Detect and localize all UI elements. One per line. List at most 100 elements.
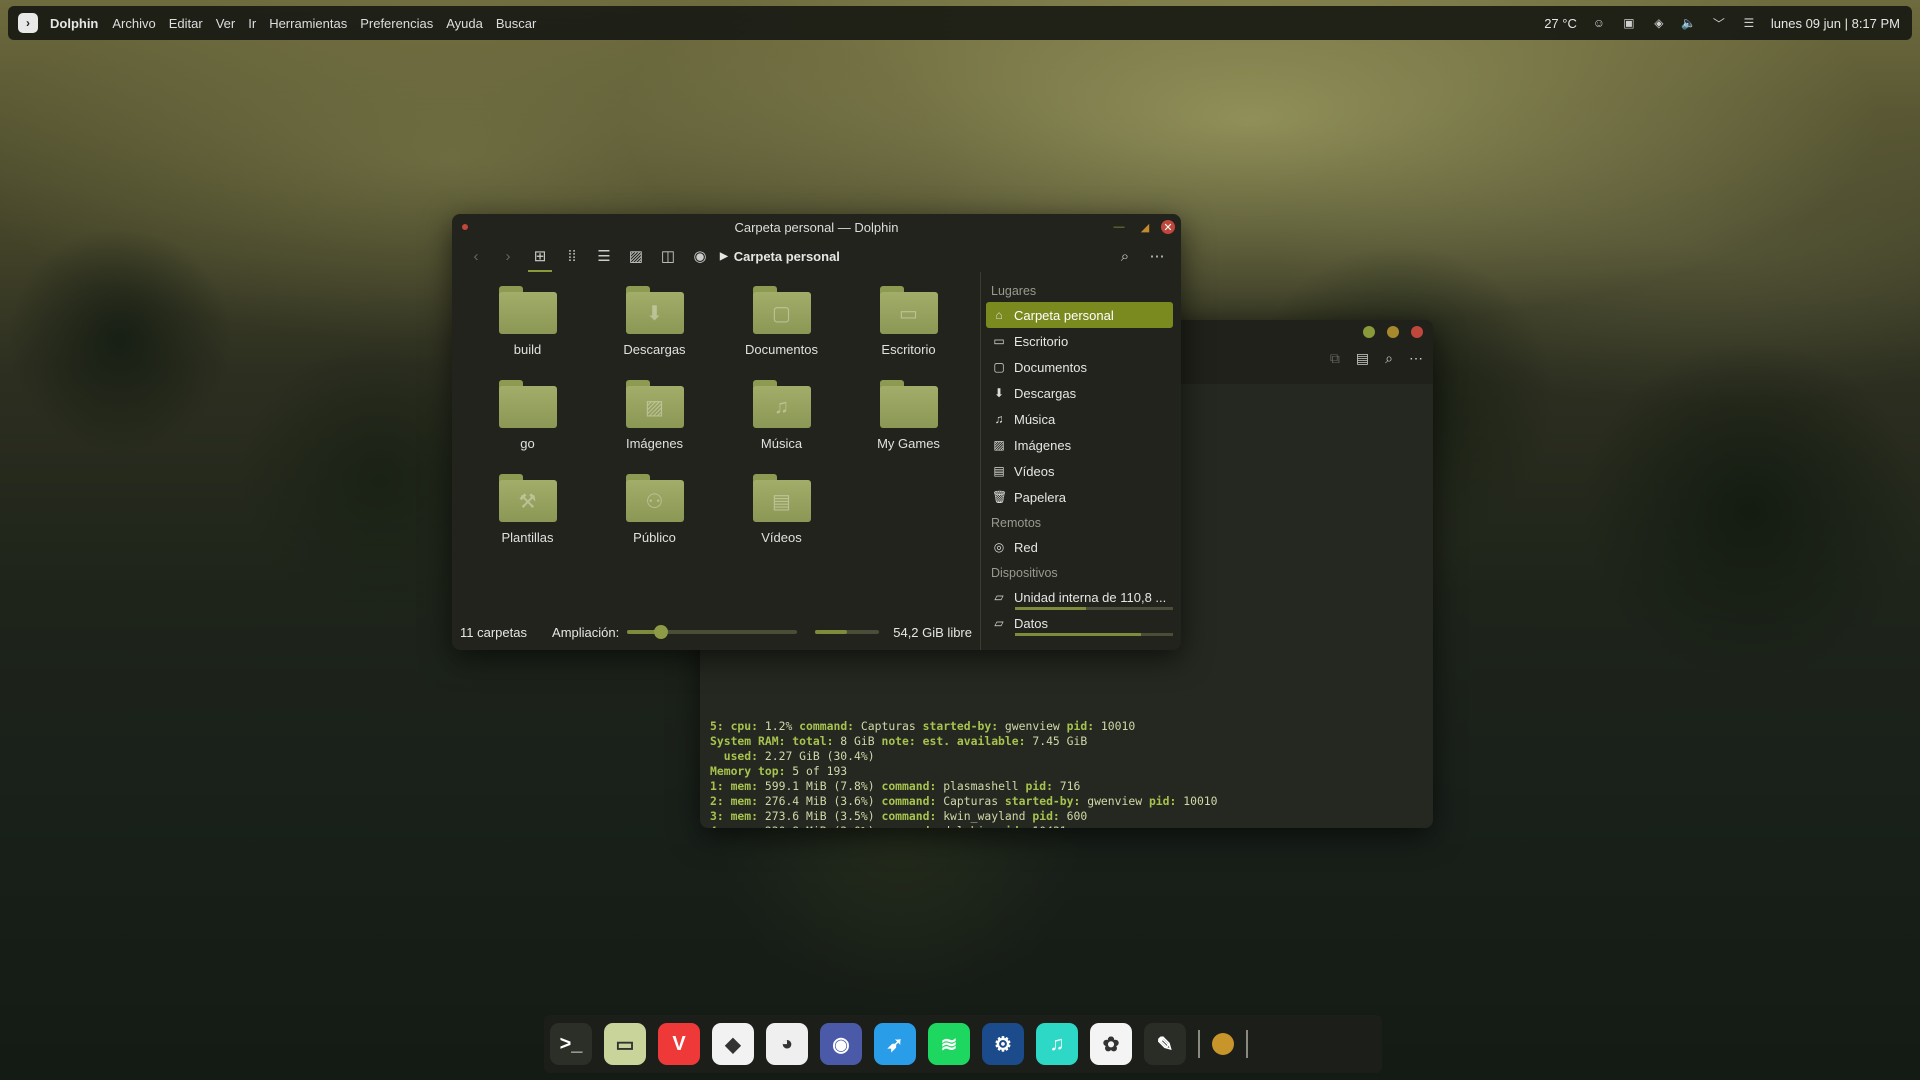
file-view[interactable]: build ⬇ Descargas ▢ Documentos ▭ Escritorio go ▨… [452,272,980,624]
devices-header: Dispositivos [991,566,1058,580]
menu-preferencias[interactable]: Preferencias [360,16,433,31]
details-view-button[interactable]: ☰ [588,242,620,270]
music-app-icon[interactable]: ♫ [1036,1023,1078,1065]
place-item[interactable]: ▭ Escritorio [986,328,1173,354]
konsole-toolbar: ⧉ ▤ ⌕ ⋯ [1330,350,1423,367]
terminal-output: 5: cpu: 1.2% command: Capturas started-b… [710,719,1218,828]
window-controls [1363,326,1423,338]
clipboard-icon[interactable]: ▣ [1621,15,1637,31]
close-button[interactable] [1411,326,1423,338]
place-item[interactable]: ♫ Música [986,406,1173,432]
download-icon: ⬇ [625,286,684,334]
search-icon[interactable]: ⌕ [1109,242,1141,270]
place-item[interactable]: ▤ Vídeos [986,458,1173,484]
menu-ir[interactable]: Ir [248,16,256,31]
swift-app-icon[interactable]: ➶ [874,1023,916,1065]
kontact-app-icon[interactable]: ◉ [820,1023,862,1065]
paste-icon[interactable]: ▤ [1356,350,1369,367]
file-item-label: Vídeos [761,530,802,545]
remote-header: Remotos [991,516,1042,530]
menu-ayuda[interactable]: Ayuda [446,16,483,31]
place-item[interactable]: 🗑 Papelera [986,484,1173,510]
file-item-label: My Games [877,436,940,451]
compact-view-button[interactable]: ⁞⁞ [556,242,588,270]
menu-buscar[interactable]: Buscar [496,16,536,31]
split-view-button[interactable]: ◫ [652,242,684,270]
volume-icon[interactable]: 🔈 [1681,15,1697,31]
titlebar[interactable]: Carpeta personal — Dolphin — ◢ ✕ [452,214,1181,240]
terminal-line: used: 2.27 GiB (30.4%) [723,749,875,763]
terminal-line: 4: mem: 230.8 MiB (3.0%) command: dolphi… [710,824,1218,828]
color-picker-app-icon[interactable]: ✎ [1144,1023,1186,1065]
place-label: Descargas [1014,385,1077,401]
steam-app-icon[interactable]: ⚙ [982,1023,1024,1065]
maximize-button[interactable] [1387,326,1399,338]
file-item-label: Escritorio [881,342,936,357]
menu-ver[interactable]: Ver [216,16,236,31]
terminal-app-icon[interactable]: >_ [550,1023,592,1065]
breadcrumb[interactable]: ▶ Carpeta personal [720,249,840,264]
file-item-label: Público [633,530,676,545]
place-item[interactable]: ⌂ Carpeta personal [986,302,1173,328]
file-item[interactable]: build [464,286,591,380]
spotify-app-icon[interactable]: ≋ [928,1023,970,1065]
menu-herramientas[interactable]: Herramientas [269,16,347,31]
file-item[interactable]: ⬇ Descargas [591,286,718,380]
clock[interactable]: lunes 09 jun | 8:17 PM [1771,16,1900,31]
top-panel: › Dolphin Archivo Editar Ver Ir Herramie… [8,6,1912,40]
zoom-label: Ampliación: [552,624,620,640]
breadcrumb-current[interactable]: Carpeta personal [734,249,840,264]
menu-editar[interactable]: Editar [169,16,203,31]
weather-widget[interactable]: 27 °C [1544,16,1577,31]
preview-button[interactable]: ▨ [620,242,652,270]
item-count: 11 carpetas [460,624,527,640]
trash-icon: 🗑 [992,490,1008,504]
icons-view-button[interactable]: ⊞ [524,242,556,272]
terminal-line: Memory top: 5 of 193 [710,764,848,778]
inkscape-app-icon[interactable]: ◆ [712,1023,754,1065]
file-item-label: go [520,436,535,451]
menu-icon[interactable]: ⋯ [1409,350,1423,367]
search-icon[interactable]: ⌕ [1385,350,1393,367]
maximize-button[interactable]: ◢ [1138,220,1152,234]
place-item[interactable]: ◎ Red [986,534,1173,560]
file-item[interactable]: My Games [845,380,972,474]
chevron-down-icon[interactable]: ﹀ [1711,15,1727,31]
terminal-line: 5: cpu: 1.2% command: Capturas started-b… [710,719,1136,733]
gimp-app-icon[interactable]: ◕ [766,1023,808,1065]
vivaldi-app-icon[interactable]: V [658,1023,700,1065]
place-label: Datos [1014,615,1048,631]
minimize-button[interactable]: — [1112,220,1126,234]
photos-app-icon[interactable]: ✿ [1090,1023,1132,1065]
toggles-icon[interactable]: ☰ [1741,15,1757,31]
file-item[interactable]: ♫ Música [718,380,845,474]
forward-button[interactable]: › [492,242,524,270]
file-item[interactable]: ▤ Vídeos [718,474,845,568]
place-item[interactable]: ⬇ Descargas [986,380,1173,406]
device-usage-bar [1015,607,1173,610]
launcher-icon[interactable]: › [18,13,38,33]
ghost-icon[interactable]: ☺ [1591,15,1607,31]
places-panel: Lugares ⌂ Carpeta personal ▭ Escritorio ▢ Doc… [980,272,1181,650]
folder-icon [498,380,557,428]
show-hidden-icon[interactable]: ◉ [684,242,716,270]
file-item[interactable]: ⚒ Plantillas [464,474,591,568]
file-item[interactable]: ▭ Escritorio [845,286,972,380]
zoom-slider-handle[interactable] [654,625,669,639]
file-item[interactable]: go [464,380,591,474]
file-item[interactable]: ▢ Documentos [718,286,845,380]
back-button[interactable]: ‹ [460,242,492,270]
zoom-slider[interactable] [627,625,798,639]
color-dot-icon[interactable] [1212,1033,1234,1055]
file-item[interactable]: ⚇ Público [591,474,718,568]
file-item[interactable]: ▨ Imágenes [591,380,718,474]
minimize-button[interactable] [1363,326,1375,338]
copy-icon[interactable]: ⧉ [1330,350,1340,367]
menu-archivo[interactable]: Archivo [112,16,155,31]
close-button[interactable]: ✕ [1161,220,1175,234]
hamburger-menu-icon[interactable]: ⋯ [1141,242,1173,270]
files-app-icon[interactable]: ▭ [604,1023,646,1065]
shield-icon[interactable]: ◈ [1651,15,1667,31]
place-item[interactable]: ▨ Imágenes [986,432,1173,458]
place-item[interactable]: ▢ Documentos [986,354,1173,380]
